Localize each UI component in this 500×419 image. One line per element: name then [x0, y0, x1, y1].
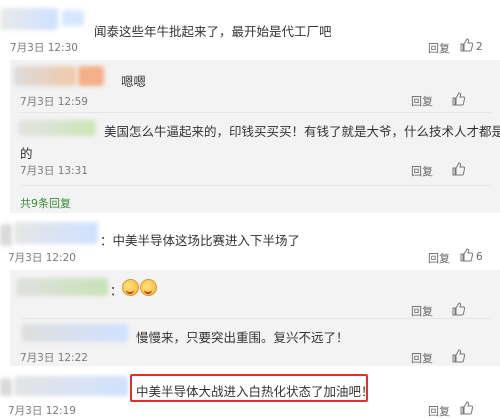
avatar[interactable] — [22, 324, 128, 342]
comment-text: 中美半导体大战进入白热化状态了加油吧！ — [136, 384, 374, 399]
thumbs-up-icon[interactable] — [460, 248, 473, 262]
comment-time: 7月3日 12:20 — [8, 252, 76, 264]
like-count: 2 — [476, 41, 483, 53]
comment-text: ：中美半导体这场比赛进入下半场了 — [100, 233, 301, 248]
more-replies-link[interactable]: 共9条回复 — [20, 195, 71, 211]
comment-time: 7月3日 12:22 — [20, 352, 88, 364]
avatar[interactable] — [14, 66, 76, 86]
avatar[interactable] — [18, 120, 96, 136]
avatar[interactable] — [0, 8, 58, 30]
comment-text: 美国怎么牛逼起来的，印钱买买买！有钱了就是大爷，什么技术人才都是你 — [104, 124, 500, 139]
thumbs-up-icon[interactable] — [452, 162, 465, 176]
thumbs-up-icon[interactable] — [452, 92, 465, 106]
reply-button[interactable]: 回复 — [411, 163, 433, 179]
reply-button[interactable]: 回复 — [411, 93, 433, 109]
grinning-face-emoji — [122, 279, 139, 296]
comment-text-cont: 的 — [20, 146, 33, 161]
username[interactable] — [14, 222, 98, 244]
comment-text: 慢慢来，只要突出重围。复兴不远了！ — [136, 330, 349, 345]
avatar[interactable] — [0, 378, 12, 396]
comment-time: 7月3日 12:30 — [10, 42, 78, 54]
grinning-face-emoji — [140, 279, 157, 296]
comment-text: ： — [110, 283, 123, 298]
comment-text: 嗯嗯 — [121, 74, 147, 89]
avatar[interactable] — [16, 278, 108, 296]
divider — [20, 185, 492, 186]
comment-time: 7月3日 13:31 — [20, 165, 88, 177]
username[interactable] — [62, 10, 84, 26]
divider — [20, 318, 492, 319]
reply-button[interactable]: 回复 — [428, 40, 450, 56]
divider — [20, 112, 492, 113]
reply-button[interactable]: 回复 — [428, 250, 450, 266]
thumbs-up-icon[interactable] — [460, 38, 473, 52]
reply-button[interactable]: 回复 — [411, 350, 433, 366]
username[interactable] — [14, 376, 128, 396]
reply-button[interactable]: 回复 — [411, 303, 433, 319]
thumbs-up-icon[interactable] — [452, 302, 465, 316]
reply-button[interactable]: 回复 — [428, 403, 450, 419]
thumbs-up-icon[interactable] — [460, 401, 473, 415]
comment-time: 7月3日 12:59 — [20, 96, 88, 108]
thumbs-up-icon[interactable] — [452, 349, 465, 363]
comment-text: 闻泰这些年牛批起来了，最开始是代工厂吧 — [94, 24, 332, 39]
avatar[interactable] — [0, 224, 12, 246]
comment-time: 7月3日 12:19 — [8, 405, 76, 417]
like-count: 6 — [476, 251, 483, 263]
username[interactable] — [78, 66, 104, 86]
